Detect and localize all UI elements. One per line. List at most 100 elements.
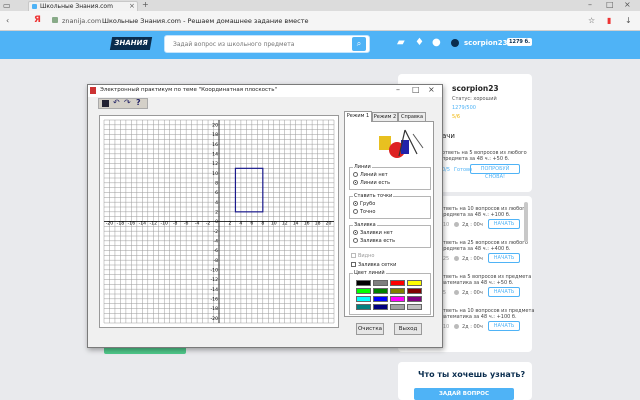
search-icon[interactable]: ⌕ [352, 37, 366, 51]
coordinate-plane[interactable]: -20 -18 -16 -14 -12 -10 -8 -6 -4 -2 2 4 6 8 10 12 14 16 18… [99, 115, 339, 328]
x-tick-label: 4 [239, 221, 242, 227]
window-titlebar[interactable]: Электронный практикум по теме "Координат… [88, 85, 442, 97]
tasks-label: ачи [442, 132, 455, 140]
color-swatch[interactable] [407, 296, 422, 302]
x-tick-label: 2 [228, 221, 231, 227]
site-logo[interactable]: ЗНАНИЯ [109, 37, 153, 50]
chat-icon[interactable]: ▰ [397, 37, 405, 48]
tasks-scrollbar[interactable] [524, 202, 528, 242]
window-maximize-icon[interactable]: □ [412, 85, 420, 94]
color-swatch[interactable] [356, 296, 371, 302]
color-swatch[interactable] [373, 288, 388, 294]
downloads-icon[interactable]: ↓ [625, 16, 632, 26]
start-task-button[interactable]: НАЧАТЬ [488, 253, 520, 263]
search-input[interactable] [173, 36, 353, 52]
profile-name[interactable]: scorpion23 [452, 84, 499, 93]
help-icon[interactable]: ? [136, 98, 141, 107]
favicon-icon [32, 4, 37, 9]
radio-icon [353, 172, 358, 177]
notifications-icon[interactable]: ♦ [415, 37, 424, 48]
back-icon[interactable]: ‹ [6, 16, 9, 26]
y-tick-label: -12 [210, 277, 218, 283]
start-task-button[interactable]: НАЧАТЬ [488, 219, 520, 229]
x-tick-label: 14 [293, 221, 299, 227]
close-window-icon[interactable]: × [624, 0, 631, 10]
browser-menu-button[interactable]: ▭ [3, 1, 25, 10]
browser-tab[interactable]: Школьные Знания.com × [28, 1, 138, 11]
new-tab-icon[interactable]: + [142, 0, 149, 10]
y-tick-label: 6 [215, 190, 218, 196]
color-swatch[interactable] [407, 280, 422, 286]
window-close-icon[interactable]: × [428, 85, 435, 94]
drawn-rectangle [234, 167, 264, 213]
search-box[interactable] [164, 35, 370, 53]
tab-3[interactable]: Справка [398, 112, 426, 122]
radio-icon [353, 230, 358, 235]
save-icon[interactable] [102, 100, 109, 107]
clock-icon [454, 256, 459, 261]
color-swatch[interactable] [390, 304, 405, 310]
task-text-2: математика за 48 ч.: +100 б. [440, 314, 517, 320]
undo-icon[interactable]: ↶ [113, 98, 120, 107]
profile-points: 1279/500 [452, 105, 476, 111]
page-title: Школьные Знания.com - Решаем домашнее за… [102, 17, 309, 25]
color-swatch[interactable] [390, 296, 405, 302]
color-swatch[interactable] [373, 280, 388, 286]
task-text-2: предмета за 48 ч.: +100 б. [440, 212, 511, 218]
exit-button[interactable]: Выход [394, 323, 422, 335]
start-task-button[interactable]: НАЧАТЬ [488, 321, 520, 331]
x-tick-label: -8 [173, 221, 178, 227]
x-tick-label: 12 [282, 221, 288, 227]
radio-points-exact[interactable]: Точно [353, 209, 375, 216]
avatar[interactable] [451, 39, 459, 47]
color-swatch[interactable] [356, 304, 371, 310]
color-swatch[interactable] [373, 304, 388, 310]
settings-panel: Режим 1 Режим 2 Справка Линии Линий нет Ли… [344, 111, 436, 339]
window-minimize-icon[interactable]: – [396, 85, 400, 94]
friends-icon[interactable]: ● [432, 37, 441, 48]
color-swatch[interactable] [356, 288, 371, 294]
header-username[interactable]: scorpion23 [464, 39, 508, 47]
color-swatch[interactable] [373, 296, 388, 302]
color-swatch[interactable] [407, 304, 422, 310]
color-swatch[interactable] [356, 280, 371, 286]
radio-label: Грубо [360, 201, 376, 207]
color-swatch[interactable] [390, 280, 405, 286]
maximize-icon[interactable]: □ [606, 0, 614, 10]
url-domain[interactable]: znanija.com [62, 17, 101, 25]
tab-1[interactable]: Режим 1 [344, 111, 372, 122]
clear-button[interactable]: Очистка [356, 323, 384, 335]
radio-icon [353, 238, 358, 243]
radio-points-rough[interactable]: Грубо [353, 201, 375, 208]
y-tick-label: -20 [210, 316, 218, 322]
checkbox-grid-fill[interactable]: Заливка сетки [351, 262, 396, 269]
ask-question-button[interactable]: ЗАДАЙ ВОПРОС [414, 388, 514, 400]
color-swatch[interactable] [390, 288, 405, 294]
yandex-logo[interactable]: Я [34, 15, 41, 25]
minimize-icon[interactable]: – [588, 0, 592, 10]
radio-label: Линий нет [360, 172, 388, 178]
task-time: 2д : 00ч [462, 222, 483, 228]
geometry-shapes-icon [379, 129, 424, 158]
tab-2[interactable]: Режим 2 [372, 112, 398, 122]
origin-label: 0 [215, 219, 218, 225]
reader-icon[interactable]: ▮ [607, 16, 611, 26]
radio-fill-on[interactable]: Заливка есть [353, 238, 395, 245]
redo-icon[interactable]: ↷ [124, 98, 131, 107]
bookmark-icon[interactable]: ☆ [588, 16, 595, 26]
y-tick-label: -4 [213, 238, 218, 244]
radio-lines-on[interactable]: Линии есть [353, 180, 390, 187]
points-badge: 1279 б. [507, 38, 533, 46]
start-task-button[interactable]: НАЧАТЬ [488, 287, 520, 297]
radio-lines-off[interactable]: Линий нет [353, 172, 388, 179]
task-time: 2д : 00ч [462, 256, 483, 262]
fill-group: Заливка Заливки нет Заливка есть [349, 222, 431, 248]
color-swatch[interactable] [407, 288, 422, 294]
colors-group-title: Цвет линий [353, 270, 386, 276]
x-tick-label: -2 [206, 221, 211, 227]
retry-button[interactable]: ПОПРОБУЙ СНОВА! [470, 164, 520, 180]
radio-fill-off[interactable]: Заливки нет [353, 230, 393, 237]
checkbox-visible[interactable]: Видно [351, 253, 374, 260]
close-tab-icon[interactable]: × [129, 2, 135, 10]
plot-svg[interactable]: -20 -18 -16 -14 -12 -10 -8 -6 -4 -2 2 4 6 8 10 12 14 16 18… [100, 116, 338, 327]
